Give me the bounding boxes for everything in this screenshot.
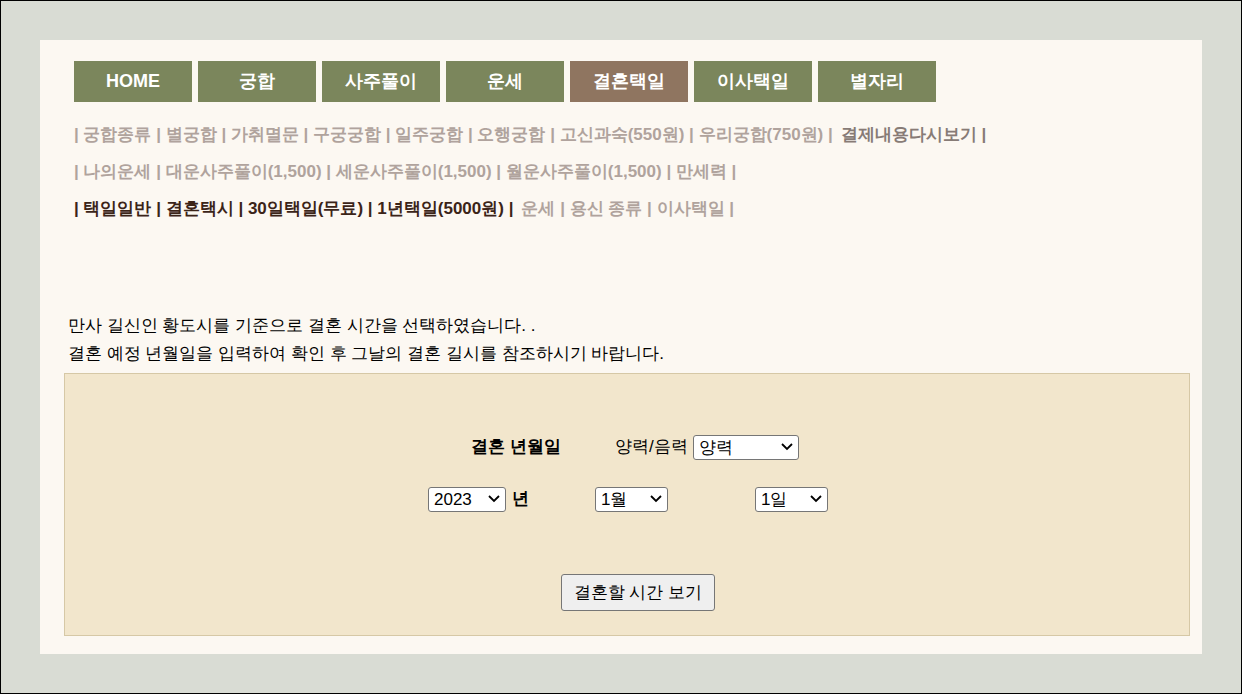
page: HOME궁합사주풀이운세결혼택일이사택일별자리 | 궁합종류 | 별궁합 | 가취… (0, 0, 1242, 694)
calendar-label: 양력/음력 (615, 434, 688, 460)
form-row: 결혼 년월일양력/음력 양력 (65, 434, 1189, 460)
form-title: 결혼 년월일 (471, 434, 615, 460)
sub-link-row: | 나의운세 | 대운사주풀이(1,500) | 세운사주풀이(1,500) |… (74, 160, 1168, 184)
select-value: 양력 (699, 439, 733, 456)
sub-link-row: | 택일일반 | 결혼택시 | 30일택일(무료) | 1년택일(5000원) … (74, 197, 1168, 221)
chevron-down-icon (488, 495, 500, 503)
sub-link[interactable]: 운세 | 용신 종류 | 이사택일 | (521, 197, 734, 221)
description: 만사 길신인 황도시를 기준으로 결혼 시간을 선택하였습니다. .결혼 예정 … (68, 312, 1168, 368)
chevron-down-icon (781, 443, 793, 451)
sub-link[interactable]: 결제내용다시보기 | (841, 123, 986, 147)
sub-link-row: | 궁합종류 | 별궁합 | 가취멸문 | 구궁궁합 | 일주궁합 | 오행궁합… (74, 123, 1168, 147)
description-line: 만사 길신인 황도시를 기준으로 결혼 시간을 선택하였습니다. . (68, 312, 1168, 340)
nav-tab[interactable]: 별자리 (818, 61, 936, 102)
year-suffix: 년 (512, 486, 595, 512)
sub-link[interactable]: | 나의운세 | 대운사주풀이(1,500) | 세운사주풀이(1,500) |… (74, 160, 736, 184)
calendar-select[interactable]: 양력 (693, 435, 799, 460)
nav-tab[interactable]: 결혼택일 (570, 61, 688, 102)
select-value: 1일 (761, 491, 787, 508)
description-line: 결혼 예정 년월일을 입력하여 확인 후 그날의 결혼 길시를 참조하시기 바랍… (68, 340, 1168, 368)
content-panel: HOME궁합사주풀이운세결혼택일이사택일별자리 | 궁합종류 | 별궁합 | 가취… (40, 40, 1202, 654)
nav-tab[interactable]: 사주풀이 (322, 61, 440, 102)
chevron-down-icon (810, 495, 822, 503)
month-select[interactable]: 1월 (595, 487, 668, 512)
nav-tab[interactable]: HOME (74, 61, 192, 102)
nav-tab[interactable]: 이사택일 (694, 61, 812, 102)
sub-link[interactable]: | 택일일반 | 결혼택시 | 30일택일(무료) | 1년택일(5000원) … (74, 197, 513, 221)
sub-link[interactable]: | 궁합종류 | 별궁합 | 가취멸문 | 구궁궁합 | 일주궁합 | 오행궁합… (74, 123, 833, 147)
nav-tab[interactable]: 궁합 (198, 61, 316, 102)
main-nav: HOME궁합사주풀이운세결혼택일이사택일별자리 (74, 61, 1168, 102)
select-value: 2023 (434, 491, 472, 508)
select-value: 1월 (601, 491, 627, 508)
show-time-button[interactable]: 결혼할 시간 보기 (561, 574, 715, 611)
day-select[interactable]: 1일 (755, 487, 828, 512)
date-form: 결혼 년월일양력/음력 양력 2023 년 1월 1일결혼할 시간 보기 (64, 373, 1190, 636)
nav-tab[interactable]: 운세 (446, 61, 564, 102)
year-select[interactable]: 2023 (428, 487, 506, 512)
form-row: 2023 년 1월 1일 (65, 486, 1189, 512)
chevron-down-icon (650, 495, 662, 503)
sub-links: | 궁합종류 | 별궁합 | 가취멸문 | 구궁궁합 | 일주궁합 | 오행궁합… (74, 123, 1168, 221)
button-row: 결혼할 시간 보기 (65, 574, 1189, 611)
